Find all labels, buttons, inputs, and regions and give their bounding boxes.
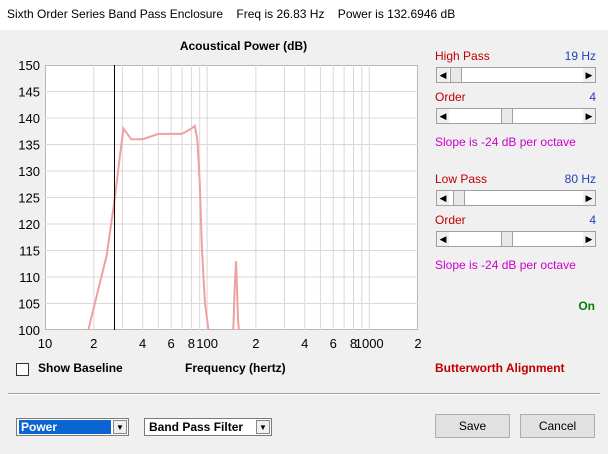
divider [8,393,600,395]
filter-select-value: Band Pass Filter [149,420,244,434]
hp-order-slider[interactable]: ◀ ▶ [436,108,596,124]
x-tick-label: 4 [139,336,146,351]
show-baseline-checkbox[interactable] [16,363,29,376]
y-tick-label: 150 [18,58,40,73]
lp-order-value: 4 [589,213,596,227]
hp-order-label: Order [435,90,466,104]
x-tick-label: 2 [414,336,421,351]
y-tick-label: 100 [18,323,40,338]
high-pass-label: High Pass [435,49,490,63]
right-arrow-icon[interactable]: ▶ [583,109,595,123]
slider-thumb[interactable] [450,68,462,82]
cancel-button[interactable]: Cancel [520,414,595,438]
hp-order-value: 4 [589,90,596,104]
x-tick-label: 2 [90,336,97,351]
status-on: On [578,299,595,313]
alignment-label: Butterworth Alignment [435,361,565,375]
chevron-down-icon[interactable]: ▼ [113,420,127,434]
x-tick-label: 4 [301,336,308,351]
x-tick-label: 6 [330,336,337,351]
y-tick-label: 125 [18,191,40,206]
lp-order-label: Order [435,213,466,227]
right-arrow-icon[interactable]: ▶ [583,191,595,205]
series-line [232,261,240,331]
mode-select[interactable]: Power ▼ [16,418,129,436]
x-tick-label: 10 [38,336,52,351]
left-arrow-icon[interactable]: ◀ [437,232,449,246]
slider-thumb[interactable] [501,109,513,123]
filter-select[interactable]: Band Pass Filter ▼ [144,418,272,436]
low-pass-value: 80 Hz [564,172,596,186]
lp-order-slider[interactable]: ◀ ▶ [436,231,596,247]
x-tick-label: 8 [188,336,195,351]
y-tick-label: 110 [19,270,40,285]
y-tick-label: 115 [19,244,40,259]
right-arrow-icon[interactable]: ▶ [583,68,595,82]
low-pass-slider[interactable]: ◀ ▶ [436,190,596,206]
lp-slope-text: Slope is -24 dB per octave [435,258,576,272]
chart-title: Acoustical Power (dB) [180,39,307,53]
hp-slope-text: Slope is -24 dB per octave [435,135,576,149]
y-tick-label: 140 [18,111,40,126]
high-pass-slider[interactable]: ◀ ▶ [436,67,596,83]
series-line [87,124,210,331]
slider-thumb[interactable] [501,232,513,246]
y-tick-label: 105 [18,297,40,312]
left-arrow-icon[interactable]: ◀ [437,191,449,205]
left-arrow-icon[interactable]: ◀ [437,68,449,82]
x-axis-label: Frequency (hertz) [185,361,286,375]
slider-thumb[interactable] [453,191,465,205]
y-tick-label: 145 [18,85,40,100]
y-tick-label: 130 [18,164,40,179]
left-arrow-icon[interactable]: ◀ [437,109,449,123]
mode-select-value: Power [19,420,111,434]
x-tick-label: 6 [168,336,175,351]
high-pass-value: 19 Hz [564,49,596,63]
y-tick-label: 135 [18,138,40,153]
y-tick-label: 120 [18,217,40,232]
x-tick-label: 2 [252,336,259,351]
chevron-down-icon[interactable]: ▼ [256,420,270,434]
x-tick-label: 100 [196,336,218,351]
low-pass-label: Low Pass [435,172,488,186]
x-tick-label: 1000 [355,336,384,351]
save-button[interactable]: Save [435,414,510,438]
show-baseline-label[interactable]: Show Baseline [38,361,123,375]
right-arrow-icon[interactable]: ▶ [583,232,595,246]
